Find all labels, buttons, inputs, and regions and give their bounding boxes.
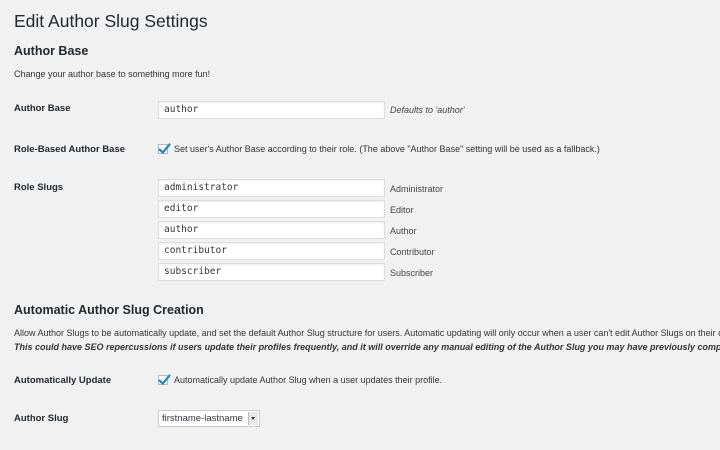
author-base-description: Change your author base to something mor… — [14, 69, 211, 79]
auto-update-checkbox-label[interactable]: Automatically update Author Slug when a … — [174, 375, 442, 385]
role-slug-input-editor[interactable]: editor — [158, 200, 385, 218]
role-name-author: Author — [390, 226, 417, 236]
checkmark-icon — [158, 143, 171, 154]
auto-slug-warning: This could have SEO repercussions if use… — [14, 342, 720, 352]
section-heading-auto-slug: Automatic Author Slug Creation — [14, 303, 204, 317]
role-slug-input-contributor[interactable]: contributor — [158, 242, 385, 260]
author-base-label: Author Base — [14, 103, 71, 114]
role-slug-input-subscriber[interactable]: subscriber — [158, 263, 385, 281]
author-base-hint: Defaults to 'author' — [390, 105, 465, 115]
role-based-author-base-label: Role-Based Author Base — [14, 144, 126, 155]
author-slug-selected-value: firstname-lastname — [162, 413, 243, 424]
role-name-subscriber: Subscriber — [390, 268, 434, 278]
auto-update-checkbox[interactable] — [158, 374, 171, 385]
author-base-input[interactable]: author — [158, 101, 385, 119]
role-slugs-label: Role Slugs — [14, 182, 64, 193]
author-slug-select[interactable]: firstname-lastname — [158, 410, 260, 427]
page-title: Edit Author Slug Settings — [14, 11, 208, 31]
role-based-checkbox-label[interactable]: Set user's Author Base according to thei… — [174, 144, 600, 154]
author-slug-label: Author Slug — [14, 413, 69, 424]
checkmark-icon — [158, 374, 171, 385]
section-heading-author-base: Author Base — [14, 44, 89, 58]
role-based-checkbox[interactable] — [158, 143, 171, 154]
role-slug-input-administrator[interactable]: administrator — [158, 179, 385, 197]
role-name-editor: Editor — [390, 205, 414, 215]
role-slug-input-author[interactable]: author — [158, 221, 385, 239]
auto-update-label: Automatically Update — [14, 375, 112, 386]
auto-slug-description: Allow Author Slugs to be automatically u… — [14, 328, 720, 338]
chevron-down-icon[interactable] — [248, 412, 258, 425]
role-name-contributor: Contributor — [390, 247, 435, 257]
role-name-administrator: Administrator — [390, 184, 444, 194]
